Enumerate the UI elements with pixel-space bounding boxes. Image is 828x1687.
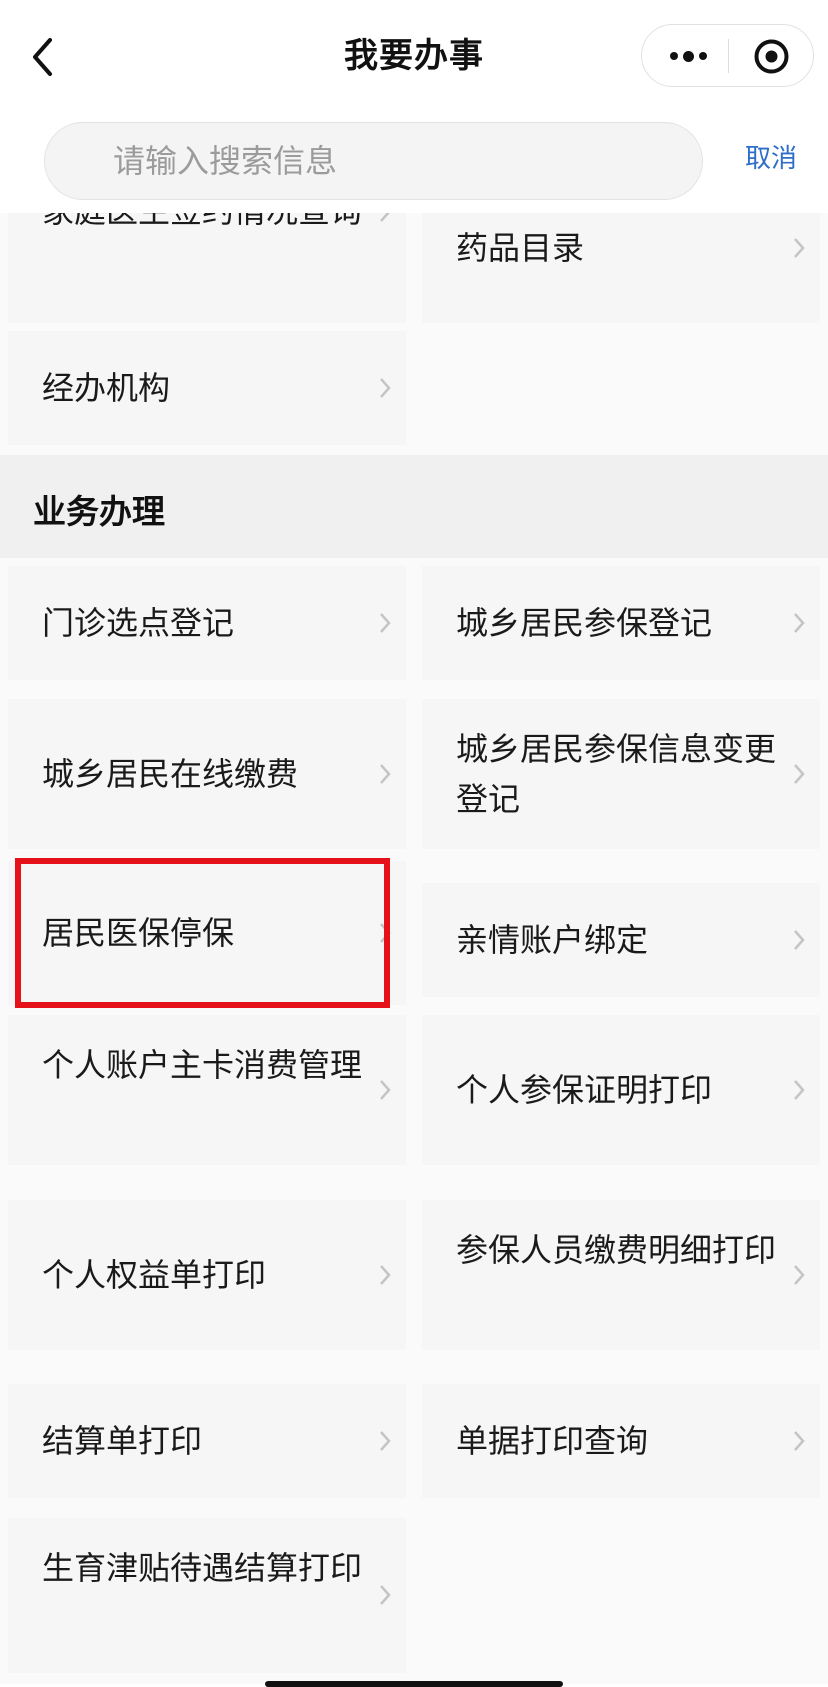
list-item[interactable]: 个人账户主卡消费管理 (8, 1015, 406, 1165)
chevron-right-icon (794, 1080, 805, 1100)
chevron-right-icon (380, 213, 390, 222)
list-item[interactable]: 城乡居民参保登记 (422, 566, 820, 680)
list-item[interactable]: 亲情账户绑定 (422, 883, 820, 997)
chevron-right-icon (380, 1080, 391, 1100)
search-field-container[interactable] (44, 122, 703, 200)
close-target-icon[interactable] (753, 38, 790, 75)
chevron-right-icon (794, 1431, 805, 1451)
chevron-right-icon (380, 923, 391, 943)
list-item[interactable]: 经办机构 (8, 331, 406, 445)
chevron-right-icon (794, 764, 805, 784)
list-item[interactable]: 生育津贴待遇结算打印 (8, 1518, 406, 1673)
home-indicator (265, 1681, 563, 1687)
search-input[interactable] (113, 123, 673, 199)
chevron-right-icon (380, 1265, 391, 1285)
service-list[interactable]: 家庭医生签约情况查询 药品目录 经办机构 业务办理 门诊选点登记 城乡居民参保登… (0, 213, 828, 1684)
list-item[interactable]: 城乡居民参保信息变更登记 (422, 699, 820, 849)
chevron-right-icon (794, 613, 805, 633)
chevron-right-icon (380, 1585, 391, 1605)
list-item[interactable]: 结算单打印 (8, 1384, 406, 1498)
list-item[interactable]: 单据打印查询 (422, 1384, 820, 1498)
list-item[interactable]: 参保人员缴费明细打印 (422, 1200, 820, 1350)
chevron-right-icon (380, 764, 391, 784)
list-item[interactable]: 药品目录 (422, 213, 820, 323)
mini-program-capsule (641, 24, 814, 87)
list-item[interactable]: 居民医保停保 (8, 861, 406, 1005)
cancel-button[interactable]: 取消 (745, 139, 797, 179)
chevron-right-icon (380, 378, 391, 398)
nav-bar: 我要办事 (0, 0, 828, 115)
list-item[interactable]: 门诊选点登记 (8, 566, 406, 680)
chevron-right-icon (794, 238, 805, 258)
chevron-right-icon (380, 613, 391, 633)
chevron-right-icon (380, 1431, 391, 1451)
capsule-divider (728, 39, 729, 73)
search-bar: 取消 (0, 115, 828, 213)
more-icon[interactable] (664, 41, 712, 71)
chevron-right-icon (794, 1265, 805, 1285)
chevron-right-icon (794, 930, 805, 950)
section-title: 业务办理 (33, 492, 165, 531)
list-item[interactable]: 个人参保证明打印 (422, 1015, 820, 1165)
list-item[interactable]: 城乡居民在线缴费 (8, 699, 406, 849)
list-item[interactable]: 家庭医生签约情况查询 (8, 213, 406, 323)
list-item[interactable]: 个人权益单打印 (8, 1200, 406, 1350)
